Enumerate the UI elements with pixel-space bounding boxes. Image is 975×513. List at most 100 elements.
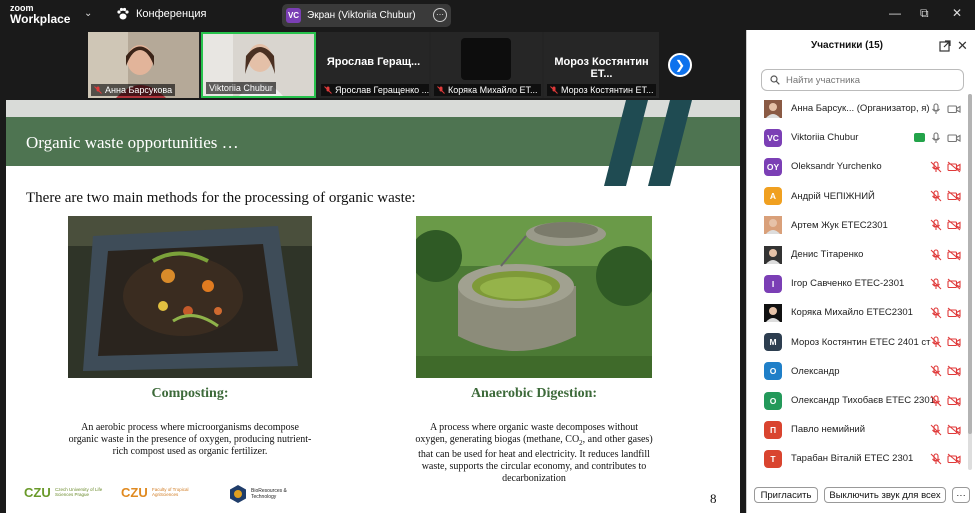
chevron-down-icon[interactable]: ⌄ [84,8,92,19]
scrollbar-thumb[interactable] [968,94,972,434]
video-tile[interactable]: Коряка Михайло ЕТ... [431,32,542,98]
participants-panel: Участники (15) ✕ Анна Барсук... (Организ… [746,30,975,513]
conference-label: Конференция [136,8,207,20]
search-participants[interactable] [761,69,964,91]
participant-name: Денис Тітаренко [791,249,864,260]
participant-row[interactable]: Артем Жук ЕТЕС2301 [747,211,972,240]
tile-name: Viktoriia Chubur [206,82,276,94]
participant-name: Коряка Михайло ЕТЕС2301 [791,307,913,319]
logo-line2: Workplace [10,12,71,26]
participant-avatar [461,38,511,80]
mic-off-icon [550,86,558,94]
participant-name: Андрій ЧЕПІЖНИЙ [791,190,875,202]
composting-image [68,216,312,378]
participant-avatar [764,245,782,264]
participant-avatar: М [764,333,782,352]
participant-row[interactable]: OY Oleksandr Yurchenko [747,152,972,181]
participant-row[interactable]: І Ігор Савченко ЕТЕС-2301 [747,269,972,298]
camera-icon[interactable] [947,103,961,115]
more-options-icon[interactable]: ⋯ [433,8,447,22]
invite-button[interactable]: Пригласить [754,487,818,503]
mute-all-button[interactable]: Выключить звук для всех [824,487,946,503]
anaerobic-heading: Anaerobic Digestion: [470,386,598,401]
camera-off-icon[interactable] [947,278,961,290]
participant-row[interactable]: О Олександр [747,357,972,386]
video-tile-active[interactable]: Viktoriia Chubur [201,32,316,98]
participant-name: Павло немийний [791,424,866,436]
next-page-button[interactable]: ❯ [668,53,692,77]
top-bar: zoom Workplace ⌄ Конференция VC Экран (V… [0,0,975,30]
video-tile[interactable]: Мороз Костянтин ЕТ... Мороз Костянтин ЕТ… [544,32,659,98]
pop-out-icon[interactable] [939,40,951,52]
mic-off-icon[interactable] [930,453,942,465]
anaerobic-digestion-image [416,216,652,378]
participant-row[interactable]: П Павло немийний [747,415,972,444]
mic-icon[interactable] [930,102,942,115]
zoom-window: zoom Workplace ⌄ Конференция VC Экран (V… [0,0,975,513]
tile-name: Мороз Костянтин ЕТ... [547,84,657,96]
close-panel-icon[interactable]: ✕ [957,38,968,54]
anaerobic-text: A process where organic waste decomposes… [415,422,653,484]
camera-off-icon[interactable] [947,161,961,173]
camera-off-icon[interactable] [947,190,961,202]
participant-avatar: П [764,420,782,439]
participant-row[interactable]: О Олександр Тихобаєв ЕТЕС 2301 [747,386,972,415]
participant-name: Олександр [791,365,840,377]
camera-off-icon[interactable] [947,336,961,348]
mic-off-icon[interactable] [930,190,942,202]
mic-off-icon[interactable] [930,394,942,407]
camera-off-icon[interactable] [947,453,961,465]
more-button[interactable]: ··· [952,487,970,503]
mic-off-icon [94,86,102,94]
participant-name: Oleksandr Yurchenko [791,161,882,173]
minimize-icon[interactable]: — [889,6,901,20]
screen-share-icon [914,133,925,143]
mic-off-icon[interactable] [930,307,942,319]
camera-off-icon[interactable] [947,395,961,407]
video-tile[interactable]: Анна Барсукова [88,32,199,98]
participant-avatar: OY [764,157,782,176]
video-tile[interactable]: Ярослав Геращ... Ярослав Геращенко ... [318,32,429,98]
svg-text:CZU: CZU [24,485,51,499]
tile-big-name: Ярослав Геращ... [326,56,421,68]
camera-off-icon[interactable] [947,219,961,231]
search-input[interactable] [786,74,956,86]
participant-row[interactable]: Коряка Михайло ЕТЕС2301 [747,298,972,327]
camera-off-icon[interactable] [947,249,961,261]
participant-row[interactable]: Денис Тітаренко [747,240,972,269]
participant-avatar: А [764,187,782,206]
mic-off-icon[interactable] [930,219,942,231]
conference-button[interactable]: Конференция [116,7,206,21]
participant-name: Тарабан Віталій ЕТЕС 2301 [791,453,914,465]
screen-share-pill[interactable]: VC Экран (Viktoriia Chubur) ⋯ [282,4,451,27]
mic-off-icon [324,86,332,94]
zoom-logo[interactable]: zoom Workplace [10,3,70,25]
bioresources-icon [230,485,246,503]
mic-off-icon[interactable] [930,161,942,173]
camera-off-icon[interactable] [947,365,961,377]
camera-off-icon[interactable] [947,424,961,436]
participant-avatar: Т [764,449,782,468]
camera-off-icon[interactable] [947,307,961,319]
mic-off-icon[interactable] [930,336,942,348]
participant-name: Мороз Костянтин ЕТЕС 2401 ст [791,336,931,348]
participant-name: Анна Барсук... (Организатор, я) [791,103,930,114]
restore-icon[interactable]: ⧉ [920,6,929,21]
mic-off-icon[interactable] [930,278,942,290]
mic-off-icon[interactable] [930,248,942,261]
slide-subtitle: There are two main methods for the proce… [26,190,416,206]
mic-off-icon[interactable] [930,365,942,377]
participant-name: Олександр Тихобаєв ЕТЕС 2301 [791,395,935,406]
panel-title: Участники (15) [811,40,883,51]
participant-row[interactable]: А Андрій ЧЕПІЖНИЙ [747,182,972,211]
mic-icon[interactable] [930,132,942,144]
participant-row[interactable]: М Мороз Костянтин ЕТЕС 2401 ст [747,328,972,357]
mic-off-icon[interactable] [930,424,942,436]
participant-row[interactable]: VC Viktoriia Chubur [747,123,972,152]
mic-off-icon [437,86,445,94]
participant-row[interactable]: Т Тарабан Віталій ЕТЕС 2301 [747,444,972,473]
camera-icon[interactable] [947,132,961,144]
participant-row[interactable]: Анна Барсук... (Организатор, я) [747,94,972,123]
czu-logo: CZU Czech University of Life Sciences Pr… [24,485,103,499]
close-window-icon[interactable]: ✕ [952,6,962,20]
